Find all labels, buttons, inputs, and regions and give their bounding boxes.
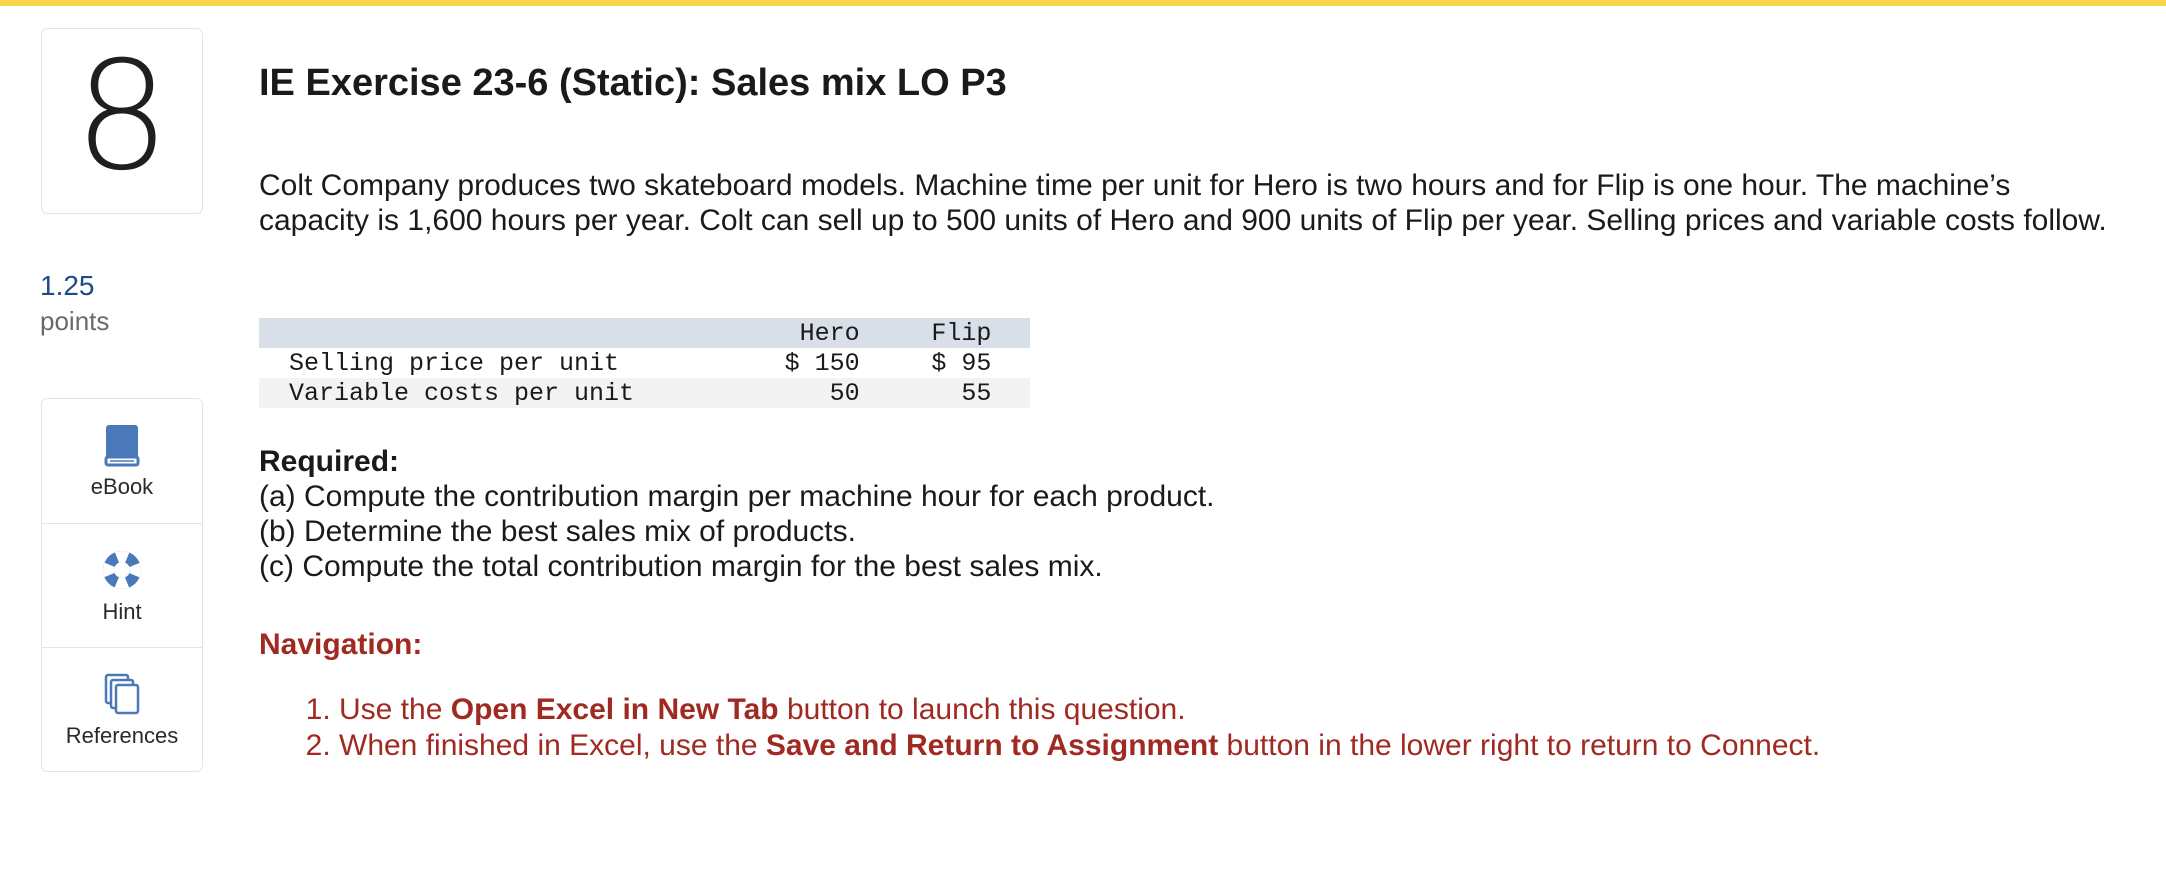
question-number: 8 xyxy=(74,30,170,204)
navigation-steps: Use the Open Excel in New Tab button to … xyxy=(259,692,1820,764)
row-label: Variable costs per unit xyxy=(289,378,635,408)
required-section: Required: (a) Compute the contribution m… xyxy=(259,444,1215,584)
save-return-label: Save and Return to Assignment xyxy=(765,729,1219,762)
hint-label: Hint xyxy=(102,598,142,624)
row-label: Selling price per unit xyxy=(289,348,620,378)
question-title: IE Exercise 23-6 (Static): Sales mix LO … xyxy=(259,62,1007,104)
hero-value: $ 150 xyxy=(784,348,860,378)
navigation-step: When finished in Excel, use the Save and… xyxy=(339,728,1820,764)
lifebuoy-icon xyxy=(100,547,144,593)
question-tools-panel: eBook Hint References xyxy=(41,398,203,772)
points-value: 1.25 xyxy=(40,270,95,301)
required-item-a: (a) Compute the contribution margin per … xyxy=(259,480,1215,513)
flip-value: $ 95 xyxy=(931,348,992,378)
table-header-label xyxy=(259,318,746,348)
required-heading: Required: xyxy=(259,445,400,478)
top-accent-bar xyxy=(0,0,2166,6)
table-row: Selling price per unit $ 150 $ 95 xyxy=(259,348,1030,378)
references-button[interactable]: References xyxy=(42,647,202,771)
table-row: Variable costs per unit 50 55 xyxy=(259,378,1030,408)
open-excel-label: Open Excel in New Tab xyxy=(450,693,779,726)
ebook-label: eBook xyxy=(90,474,154,499)
navigation-step: Use the Open Excel in New Tab button to … xyxy=(339,692,1820,728)
navigation-heading: Navigation: xyxy=(259,628,423,661)
required-item-b: (b) Determine the best sales mix of prod… xyxy=(259,515,856,548)
hero-value: 50 xyxy=(829,378,860,408)
price-cost-table: Hero Flip Selling price per unit $ 150 $… xyxy=(259,318,1030,408)
documents-icon xyxy=(102,671,142,717)
required-item-c: (c) Compute the total contribution margi… xyxy=(259,550,1103,583)
table-header-hero: Hero xyxy=(799,318,860,348)
points-label: points xyxy=(40,306,110,336)
question-number-box: 8 xyxy=(41,28,203,214)
table-header-row: Hero Flip xyxy=(259,318,1030,348)
hint-button[interactable]: Hint xyxy=(42,523,202,647)
ebook-button[interactable]: eBook xyxy=(42,399,202,523)
references-label: References xyxy=(65,722,179,748)
book-icon xyxy=(103,422,141,468)
flip-value: 55 xyxy=(961,378,992,408)
question-intro: Colt Company produces two skateboard mod… xyxy=(259,169,2107,237)
table-header-flip: Flip xyxy=(931,318,992,348)
